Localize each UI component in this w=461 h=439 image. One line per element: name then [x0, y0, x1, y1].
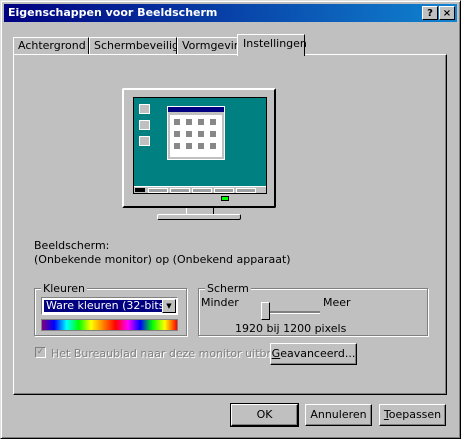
display-label: Beeldscherm:	[34, 239, 110, 252]
cancel-button[interactable]: Annuleren	[305, 404, 372, 426]
monitor-preview: · · ·	[122, 88, 276, 208]
apply-label: oepassen	[388, 408, 442, 421]
window-title: Eigenschappen voor Beeldscherm	[8, 6, 218, 19]
preview-taskbar	[134, 186, 266, 193]
colors-legend: Kleuren	[41, 282, 88, 295]
colors-group: Kleuren Ware kleuren (32-bits) ▼	[34, 282, 187, 336]
title-bar[interactable]: Eigenschappen voor Beeldscherm ? ×	[4, 4, 457, 22]
tab-schermbeveiliging[interactable]: Schermbeveiliging	[89, 37, 196, 54]
color-depth-select[interactable]: Ware kleuren (32-bits) ▼	[41, 297, 178, 315]
resolution-slider-track[interactable]	[262, 311, 320, 314]
chevron-down-icon[interactable]: ▼	[162, 299, 176, 313]
screen-legend: Scherm	[205, 282, 251, 295]
desktop-preview: · · ·	[133, 97, 267, 194]
advanced-accel: G	[271, 347, 281, 360]
advanced-button[interactable]: Geavanceerd...	[270, 343, 357, 365]
apply-button[interactable]: Toepassen	[379, 404, 446, 426]
help-button[interactable]: ?	[422, 6, 438, 20]
display-value: (Onbekende monitor) op (Onbekend apparaa…	[34, 253, 291, 266]
display-properties-window: Eigenschappen voor Beeldscherm ? × Achte…	[0, 0, 461, 439]
desktop-icon: ·	[137, 104, 151, 118]
color-depth-value: Ware kleuren (32-bits)	[44, 299, 169, 312]
tab-vormgeving[interactable]: Vormgeving	[177, 37, 248, 54]
tab-achtergrond[interactable]: Achtergrond	[13, 37, 89, 54]
tab-instellingen[interactable]: Instellingen	[237, 34, 307, 56]
advanced-label: eavanceerd...	[280, 347, 356, 360]
close-button[interactable]: ×	[439, 6, 455, 20]
resolution-min-label: Minder	[201, 296, 239, 309]
desktop-icon: ·	[137, 120, 151, 134]
settings-panel: · · · Beeldscherm: (Onbekende monitor) o…	[13, 54, 447, 395]
extend-desktop-label: Het Bureaublad naar deze monitor uitbrei…	[51, 347, 305, 360]
resolution-max-label: Meer	[323, 296, 351, 309]
power-led-icon	[221, 196, 229, 201]
ok-button[interactable]: OK	[230, 403, 299, 427]
color-spectrum-bar	[41, 319, 178, 331]
monitor-stand	[157, 214, 241, 220]
extend-desktop-checkbox[interactable]: ✓	[35, 347, 46, 358]
resolution-slider-thumb[interactable]	[261, 302, 270, 320]
screen-group: Scherm Minder Meer 1920 bij 1200 pixels	[198, 282, 428, 336]
preview-window	[167, 106, 225, 160]
desktop-icon: ·	[137, 136, 151, 150]
resolution-value: 1920 bij 1200 pixels	[235, 322, 347, 335]
